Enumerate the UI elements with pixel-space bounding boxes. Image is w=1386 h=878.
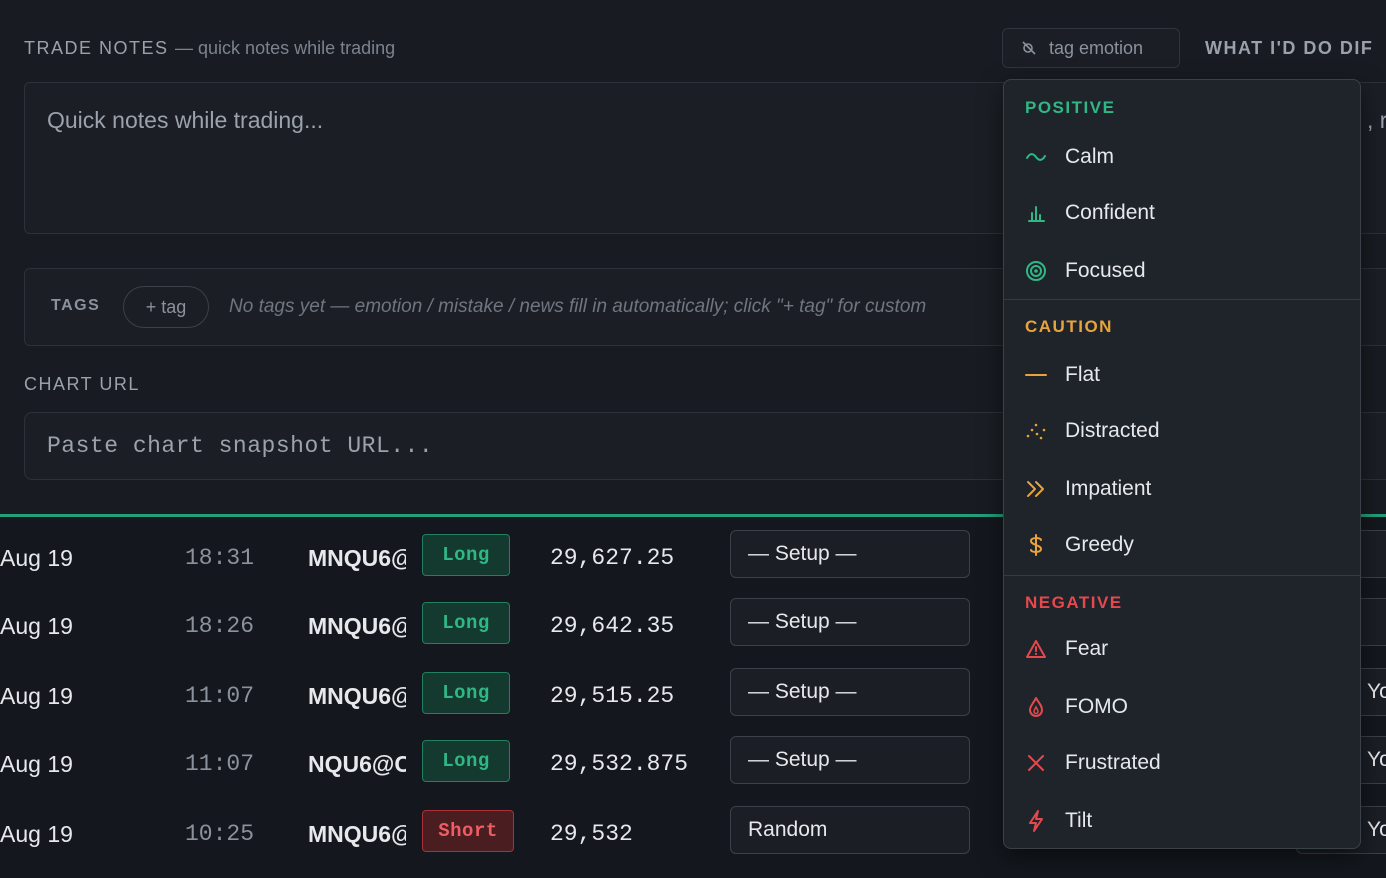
setup-select[interactable]: — Setup — <box>730 598 970 646</box>
tag-off-icon <box>1022 41 1036 55</box>
emotion-option-fear[interactable]: Fear <box>1004 629 1360 669</box>
double-chevron-icon <box>1024 477 1048 501</box>
emotion-label: Frustrated <box>1065 751 1161 774</box>
setup-select[interactable]: — Setup — <box>730 736 970 784</box>
add-tag-button[interactable]: + tag <box>123 286 209 328</box>
group-title-caution: CAUTION <box>1025 317 1113 336</box>
setup-select[interactable]: — Setup — <box>730 668 970 716</box>
trade-date: Aug 19 <box>0 545 73 571</box>
side-badge: Short <box>422 810 514 852</box>
emotion-label: Focused <box>1065 259 1146 282</box>
trade-price: 29,532 <box>550 821 633 847</box>
group-separator <box>1004 299 1360 300</box>
notes-placeholder: Quick notes while trading... <box>47 107 324 133</box>
trade-time: 18:26 <box>185 613 255 639</box>
bar-chart-icon <box>1024 201 1048 225</box>
chart-url-label: CHART URL <box>24 374 140 394</box>
dollar-icon <box>1024 533 1048 557</box>
flame-icon <box>1024 695 1048 719</box>
what-id-do-differently-header: WHAT I'D DO DIF <box>1205 38 1374 58</box>
trade-symbol: MNQU6@ <box>308 545 406 571</box>
notes-right-fragment: , r <box>1367 107 1386 133</box>
target-icon <box>1024 259 1048 283</box>
side-badge: Long <box>422 534 510 576</box>
tags-hint: No tags yet — emotion / mistake / news f… <box>229 296 927 317</box>
emotion-label: Confident <box>1065 201 1155 224</box>
bolt-icon <box>1024 809 1048 833</box>
trade-time: 10:25 <box>185 821 255 847</box>
trade-time: 11:07 <box>185 751 255 777</box>
trade-symbol: NQU6@CME <box>308 751 406 777</box>
side-badge: Long <box>422 740 510 782</box>
emotion-label: Flat <box>1065 363 1101 386</box>
group-title-positive: POSITIVE <box>1025 98 1116 117</box>
tags-label: TAGS <box>51 297 101 314</box>
scatter-icon <box>1024 419 1048 443</box>
x-icon <box>1024 751 1048 775</box>
emotion-label: Greedy <box>1065 533 1134 556</box>
trade-date: Aug 19 <box>0 821 73 847</box>
emotion-option-calm[interactable]: Calm <box>1004 137 1360 177</box>
trade-notes-title: TRADE NOTES <box>24 38 169 58</box>
trade-notes-subtitle: — quick notes while trading <box>175 38 396 58</box>
emotion-label: Distracted <box>1065 419 1160 442</box>
emotion-option-confident[interactable]: Confident <box>1004 193 1360 233</box>
trade-symbol: MNQU6@ <box>308 613 406 639</box>
emotion-label: Tilt <box>1065 809 1093 832</box>
trade-price: 29,532.875 <box>550 751 689 777</box>
emotion-dropdown: POSITIVE Calm Confident Focused CAUTION … <box>1003 79 1361 849</box>
trade-time: 11:07 <box>185 683 255 709</box>
chart-url-placeholder: Paste chart snapshot URL... <box>47 433 434 459</box>
emotion-option-distracted[interactable]: Distracted <box>1004 411 1360 451</box>
tag-emotion-button[interactable]: tag emotion <box>1002 28 1180 68</box>
side-badge: Long <box>422 602 510 644</box>
trade-notes-header: TRADE NOTES — quick notes while trading <box>24 38 395 59</box>
emotion-option-frustrated[interactable]: Frustrated <box>1004 743 1360 783</box>
trade-price: 29,627.25 <box>550 545 675 571</box>
trade-date: Aug 19 <box>0 751 73 777</box>
emotion-option-greedy[interactable]: Greedy <box>1004 525 1360 565</box>
wave-icon <box>1024 145 1048 169</box>
emotion-label: Calm <box>1065 145 1115 168</box>
emotion-label: FOMO <box>1065 695 1128 718</box>
trade-price: 29,515.25 <box>550 683 675 709</box>
setup-select[interactable]: Random <box>730 806 970 854</box>
emotion-option-flat[interactable]: Flat <box>1004 355 1360 395</box>
trade-date: Aug 19 <box>0 683 73 709</box>
dash-icon <box>1024 363 1048 387</box>
emotion-label: Fear <box>1065 637 1109 660</box>
group-separator <box>1004 575 1360 576</box>
emotion-option-focused[interactable]: Focused <box>1004 251 1360 291</box>
emotion-option-impatient[interactable]: Impatient <box>1004 469 1360 509</box>
trade-symbol: MNQU6@ <box>308 821 406 847</box>
setup-select[interactable]: — Setup — <box>730 530 970 578</box>
emotion-option-fomo[interactable]: FOMO <box>1004 687 1360 727</box>
side-badge: Long <box>422 672 510 714</box>
trade-price: 29,642.35 <box>550 613 675 639</box>
emotion-option-tilt[interactable]: Tilt <box>1004 801 1360 841</box>
trade-date: Aug 19 <box>0 613 73 639</box>
tag-emotion-label: tag emotion <box>1049 37 1144 58</box>
group-title-negative: NEGATIVE <box>1025 593 1123 612</box>
warning-icon <box>1024 637 1048 661</box>
trade-time: 18:31 <box>185 545 255 571</box>
trade-symbol: MNQU6@ <box>308 683 406 709</box>
emotion-label: Impatient <box>1065 477 1152 500</box>
